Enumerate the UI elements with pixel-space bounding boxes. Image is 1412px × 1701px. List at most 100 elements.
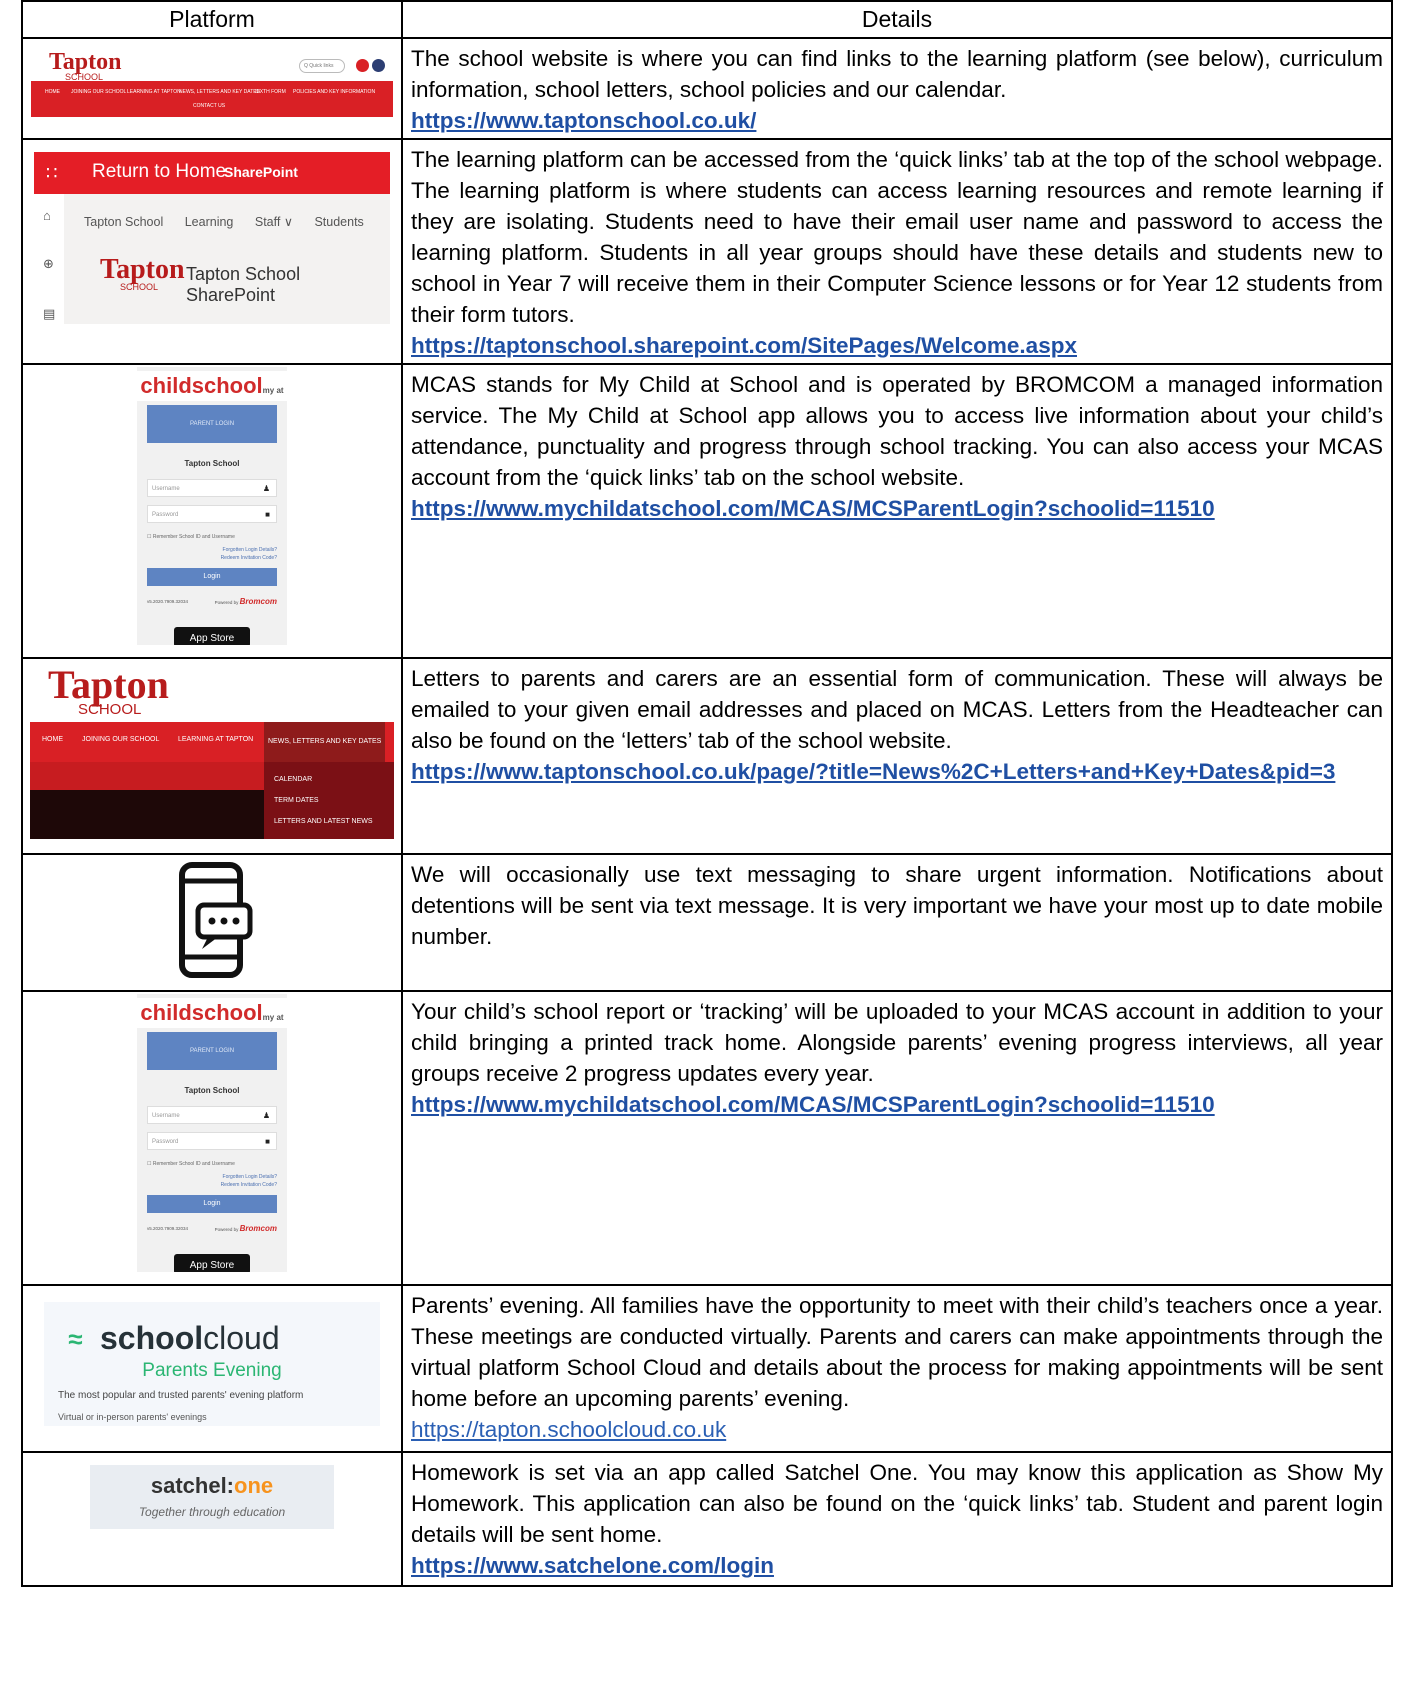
lock-icon: ■ <box>265 510 270 519</box>
schoolcloud-wordmark: schoolcloud <box>100 1320 280 1356</box>
parent-login-banner: PARENT LOGIN <box>147 1032 277 1070</box>
phone-message-icon <box>179 862 253 978</box>
site-nav-bar: HOME JOINING OUR SCHOOL LEARNING AT TAPT… <box>30 722 394 762</box>
redeem-link: Redeem Invitation Code? <box>220 555 277 561</box>
nav-home: HOME <box>45 89 60 95</box>
details-cell: The school website is where you can find… <box>401 37 1393 140</box>
website-link[interactable]: https://www.taptonschool.co.uk/ <box>411 105 1383 136</box>
letters-thumbnail: Tapton SCHOOL HOME JOINING OUR SCHOOL LEA… <box>30 667 394 839</box>
parents-evening-label: Parents Evening <box>142 1360 282 1381</box>
table-header-row: Platform Details <box>21 0 1393 39</box>
remember-checkbox: ☐ Remember School ID and Username <box>147 1161 235 1167</box>
school-name: Tapton School <box>184 459 240 468</box>
app-launcher-icon: ∷ <box>46 163 58 183</box>
mychildatschool-logo: childschoolmy at <box>137 998 287 1028</box>
forgotten-link: Forgotten Login Details? <box>222 547 277 553</box>
quick-links-search: Q Quick links <box>299 59 345 73</box>
details-cell: Parents’ evening. All families have the … <box>401 1284 1393 1453</box>
schoolcloud-tagline: The most popular and trusted parents' ev… <box>58 1390 304 1401</box>
tapton-logo: Tapton SCHOOL <box>49 49 122 82</box>
powered-by: Powered by Bromcom <box>214 597 277 606</box>
satchel-one-wordmark: satchel:one <box>150 1473 274 1498</box>
details-text: The learning platform can be accessed fr… <box>411 147 1383 327</box>
mcas-link[interactable]: https://www.mychildatschool.com/MCAS/MCS… <box>411 493 1383 524</box>
menu-calendar: CALENDAR <box>274 776 313 783</box>
sharepoint-link[interactable]: https://taptonschool.sharepoint.com/Site… <box>411 330 1383 361</box>
username-field: Username ♟ <box>147 1106 277 1124</box>
forgotten-link: Forgotten Login Details? <box>222 1174 277 1180</box>
tapton-logo: Tapton SCHOOL <box>48 667 169 718</box>
login-button: Login <box>147 568 277 586</box>
mychildatschool-logo: childschoolmy at <box>137 371 287 401</box>
nav-contact: CONTACT US <box>193 103 226 109</box>
table-row: childschoolmy at PARENT LOGIN Tapton Sch… <box>21 990 1393 1286</box>
nav-tapton-school: Tapton School <box>84 215 164 229</box>
version-text: v5.2020.7909.32034 <box>147 599 189 604</box>
schoolcloud-subline: Virtual or in-person parents' evenings <box>58 1412 207 1422</box>
platform-cell: childschoolmy at PARENT LOGIN Tapton Sch… <box>21 990 403 1286</box>
table-row: satchel:one Together through education H… <box>21 1451 1393 1587</box>
details-cell: Your child’s school report or ‘tracking’… <box>401 990 1393 1286</box>
letters-link[interactable]: https://www.taptonschool.co.uk/page/?tit… <box>411 756 1383 787</box>
parent-login-banner: PARENT LOGIN <box>147 405 277 443</box>
home-icon: ⌂ <box>43 208 51 223</box>
red-dot-icon <box>356 59 369 72</box>
platform-cell: ∷ Return to Home SharePoint ⌂ ⊕ ▤ Tapton… <box>21 138 403 365</box>
sharepoint-sidebar: ⌂ ⊕ ▤ <box>34 194 64 324</box>
news-icon: ▤ <box>43 306 56 321</box>
nav-sixth-form: SIXTH FORM <box>255 89 286 95</box>
table-row: childschoolmy at PARENT LOGIN Tapton Sch… <box>21 363 1393 659</box>
site-title: Tapton School SharePoint <box>186 264 301 305</box>
platform-cell: ≈ schoolcloud Parents Evening The most p… <box>21 1284 403 1453</box>
details-text: Letters to parents and carers are an ess… <box>411 666 1383 753</box>
remember-checkbox: ☐ Remember School ID and Username <box>147 534 235 540</box>
platform-cell <box>21 853 403 992</box>
nav-learning: LEARNING AT TAPTON <box>127 89 181 95</box>
table-row: ≈ schoolcloud Parents Evening The most p… <box>21 1284 1393 1453</box>
lock-icon: ■ <box>265 1137 270 1146</box>
app-store-badge: App Store <box>174 1254 250 1272</box>
powered-by: Powered by Bromcom <box>214 1224 277 1233</box>
details-cell: MCAS stands for My Child at School and i… <box>401 363 1393 659</box>
mcas-tracking-link[interactable]: https://www.mychildatschool.com/MCAS/MCS… <box>411 1089 1383 1120</box>
satchel-one-thumbnail: satchel:one Together through education <box>90 1465 334 1529</box>
nav-news: NEWS, LETTERS AND KEY DATES <box>179 89 260 95</box>
nav-joining: JOINING OUR SCHOOL <box>71 89 127 95</box>
table-row: Tapton SCHOOL Q Quick links HOME JOINING … <box>21 37 1393 140</box>
password-field: Password ■ <box>147 505 277 523</box>
nav-home: HOME <box>42 736 63 743</box>
schoolcloud-link[interactable]: https://tapton.schoolcloud.co.uk <box>411 1414 1383 1445</box>
table-row: We will occasionally use text messaging … <box>21 853 1393 992</box>
dropdown-menu: CALENDAR TERM DATES LETTERS AND LATEST N… <box>264 762 394 839</box>
nav-learning: Learning <box>184 215 234 229</box>
details-cell: Homework is set via an app called Satche… <box>401 1451 1393 1587</box>
platform-cell: satchel:one Together through education <box>21 1451 403 1587</box>
return-to-home: Return to Home <box>92 161 227 182</box>
nav-news-active: NEWS, LETTERS AND KEY DATES <box>264 722 386 762</box>
platform-cell: childschoolmy at PARENT LOGIN Tapton Sch… <box>21 363 403 659</box>
satchel-one-link[interactable]: https://www.satchelone.com/login <box>411 1550 1383 1581</box>
password-field: Password ■ <box>147 1132 277 1150</box>
redeem-link: Redeem Invitation Code? <box>220 1182 277 1188</box>
mcas-login-thumbnail: childschoolmy at PARENT LOGIN Tapton Sch… <box>137 994 287 1272</box>
document-page: Platform Details Tapton SCHOOL Q Quick li… <box>0 0 1412 1701</box>
details-cell: Letters to parents and carers are an ess… <box>401 657 1393 855</box>
satchel-one-tagline: Together through education <box>138 1505 286 1519</box>
sharepoint-brand: SharePoint <box>224 164 298 180</box>
details-cell: We will occasionally use text messaging … <box>401 853 1393 992</box>
search-icon <box>372 59 385 72</box>
site-nav-bar: HOME JOINING OUR SCHOOL LEARNING AT TAPT… <box>31 81 393 117</box>
header-details: Details <box>401 0 1393 39</box>
nav-staff: Staff ∨ <box>254 215 293 229</box>
schoolcloud-logo-icon: ≈ <box>68 1324 83 1354</box>
details-text: Your child’s school report or ‘tracking’… <box>411 999 1383 1086</box>
details-cell: The learning platform can be accessed fr… <box>401 138 1393 365</box>
sharepoint-thumbnail: ∷ Return to Home SharePoint ⌂ ⊕ ▤ Tapton… <box>34 152 390 324</box>
user-icon: ♟ <box>262 484 270 493</box>
details-text: We will occasionally use text messaging … <box>411 862 1383 949</box>
tapton-logo: Tapton SCHOOL <box>100 254 185 293</box>
menu-letters: LETTERS AND LATEST NEWS <box>274 818 373 825</box>
school-name: Tapton School <box>184 1086 240 1095</box>
platform-table: Platform Details Tapton SCHOOL Q Quick li… <box>21 0 1393 1587</box>
header-platform: Platform <box>21 0 403 39</box>
